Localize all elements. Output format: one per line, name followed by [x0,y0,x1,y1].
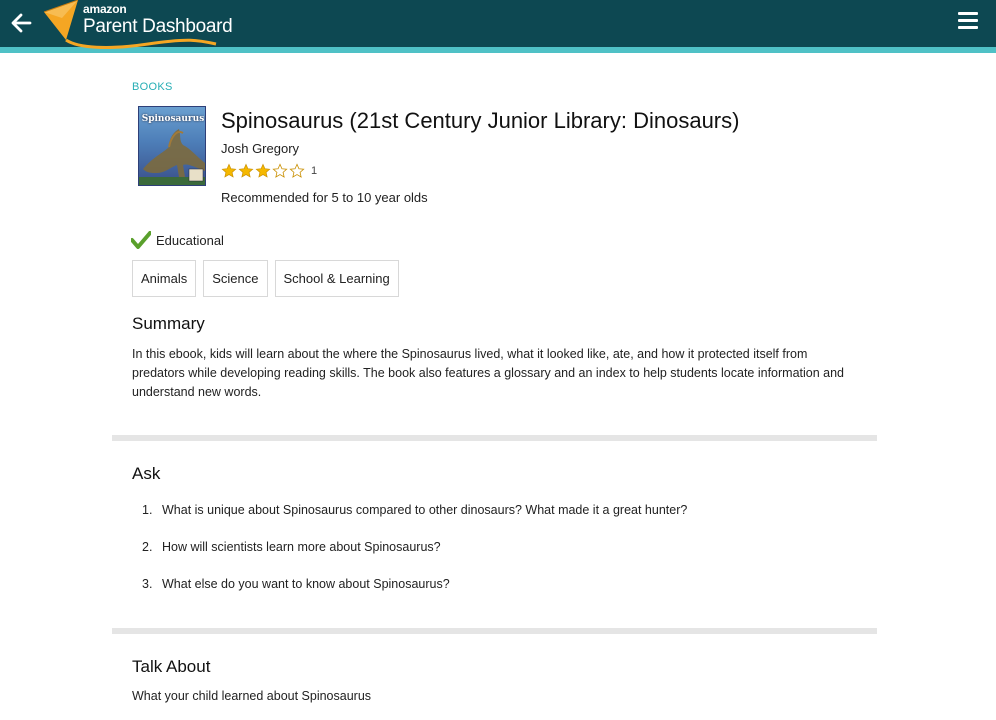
question-text: What is unique about Spinosaurus compare… [162,503,688,517]
educational-badge: Educational [131,231,224,249]
checkmark-icon [131,231,151,249]
star-filled-icon [255,163,271,178]
tag-list: Animals Science School & Learning [132,260,406,297]
star-filled-icon [221,163,237,178]
list-item: 3. What else do you want to know about S… [142,577,687,614]
summary-text: In this ebook, kids will learn about the… [132,347,845,399]
question-text: How will scientists learn more about Spi… [162,540,441,554]
hamburger-menu-icon[interactable] [958,12,980,32]
category-label: BOOKS [132,81,173,93]
star-filled-icon [238,163,254,178]
dinosaur-illustration-icon [139,129,205,185]
logo-brand-text: amazon [83,2,127,16]
age-recommendation: Recommended for 5 to 10 year olds [221,190,428,205]
rating-count[interactable]: 1 [311,165,317,177]
app-title: Parent Dashboard [83,16,233,37]
question-text: What else do you want to know about Spin… [162,577,450,591]
list-number: 1. [142,503,153,517]
list-item: 2. How will scientists learn more about … [142,540,687,577]
tag-school-learning[interactable]: School & Learning [274,260,399,297]
star-empty-icon [289,163,305,178]
book-author[interactable]: Josh Gregory [221,141,299,156]
ask-question-list: 1. What is unique about Spinosaurus comp… [142,503,687,614]
list-item: 1. What is unique about Spinosaurus comp… [142,503,687,540]
book-title: Spinosaurus (21st Century Junior Library… [221,108,740,133]
ask-heading: Ask [132,464,161,483]
list-number: 2. [142,540,153,554]
star-rating: 1 [221,163,317,179]
tag-animals[interactable]: Animals [132,260,197,297]
educational-label: Educational [156,232,224,248]
back-arrow-icon[interactable] [8,9,36,37]
talk-about-heading: Talk About [132,657,211,676]
section-divider [112,628,877,634]
section-divider [112,435,877,441]
tag-science[interactable]: Science [203,260,268,297]
list-number: 3. [142,577,153,591]
summary-heading: Summary [132,314,205,333]
star-empty-icon [272,163,288,178]
talk-about-text: What your child learned about Spinosauru… [132,689,372,703]
book-cover-image: Spinosaurus [138,106,206,186]
